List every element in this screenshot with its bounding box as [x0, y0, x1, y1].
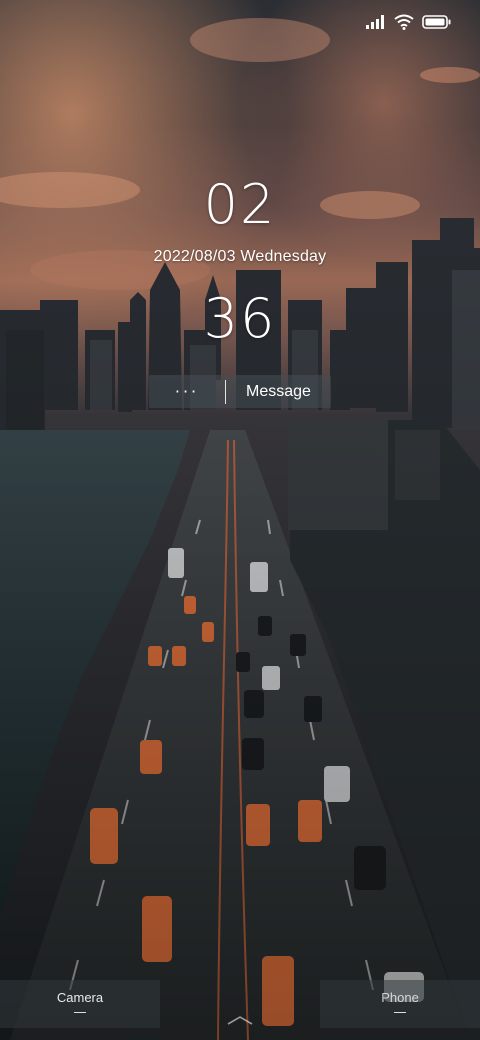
message-button[interactable]: Message — [226, 375, 331, 408]
phone-indicator — [394, 1012, 406, 1013]
clock-hour: 02 — [203, 173, 277, 236]
wallpaper-image — [0, 0, 480, 1040]
phone-shortcut-button[interactable]: Phone — [320, 980, 480, 1028]
date-label: 2022/08/03 Wednesday — [153, 248, 327, 265]
status-bar — [366, 14, 452, 30]
chevron-up-icon[interactable] — [226, 1014, 254, 1026]
wifi-icon — [394, 14, 414, 30]
cellular-signal-icon — [366, 15, 384, 29]
phone-label: Phone — [381, 990, 419, 1005]
camera-label: Camera — [56, 990, 104, 1005]
camera-indicator — [74, 1012, 86, 1013]
lock-screen: 02 2022/08/03 Wednesday 36 ··· Message C… — [0, 0, 480, 1040]
notification-bar: ··· Message — [149, 375, 331, 408]
more-options-button[interactable]: ··· — [149, 375, 225, 408]
battery-icon — [422, 15, 451, 29]
camera-shortcut-button[interactable]: Camera — [0, 980, 160, 1028]
clock-minute: 36 — [203, 287, 277, 350]
